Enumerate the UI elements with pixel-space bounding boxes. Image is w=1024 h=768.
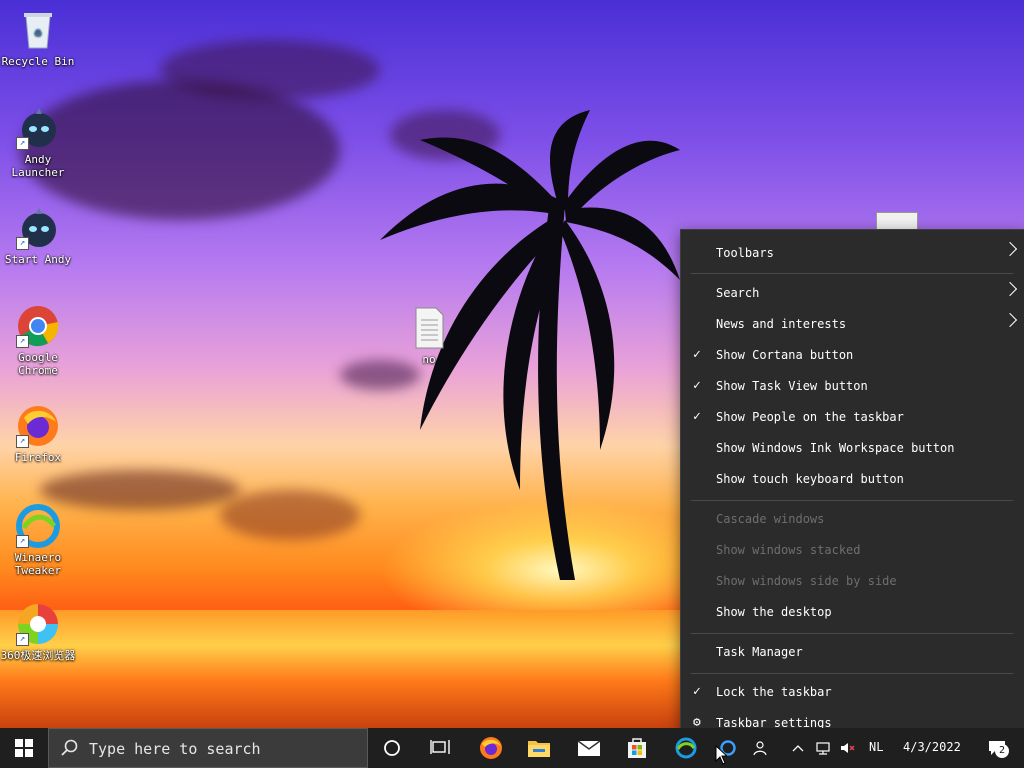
start-button[interactable] xyxy=(0,728,48,768)
desktop-icon-label: Winaero Tweaker xyxy=(14,551,62,577)
taskbar-people-button[interactable] xyxy=(746,728,774,768)
menu-item-show-windows-side-by-side: Show windows side by side xyxy=(716,574,897,588)
taskbar-mail[interactable] xyxy=(568,728,610,768)
chevron-up-icon xyxy=(792,745,804,752)
taskbar-context-menu: Toolbars Search News and interests ✓ Sho… xyxy=(680,229,1024,747)
menu-item-show-touch-keyboard[interactable]: Show touch keyboard button xyxy=(681,464,1024,495)
menu-item-toolbars[interactable]: Toolbars xyxy=(681,238,1024,269)
desktop-icon-label: no xyxy=(422,353,436,366)
check-icon: ✓ xyxy=(693,378,701,393)
desktop-icon-360-browser[interactable]: ↗ 360极速浏览器 xyxy=(0,602,76,662)
menu-item-show-windows-ink-workspace[interactable]: Show Windows Ink Workspace button xyxy=(681,433,1024,464)
shortcut-arrow-icon: ↗ xyxy=(16,633,29,646)
show-hidden-icons-button[interactable] xyxy=(786,728,810,768)
firefox-icon xyxy=(480,737,502,759)
network-icon xyxy=(816,742,830,755)
taskbar-store[interactable] xyxy=(616,728,658,768)
store-icon xyxy=(628,738,646,758)
wallpaper-cloud xyxy=(220,490,360,540)
search-placeholder: Type here to search xyxy=(89,740,261,758)
volume-button[interactable] xyxy=(836,728,860,768)
taskbar-file-explorer[interactable] xyxy=(518,728,560,768)
desktop-icon-label: Recycle Bin xyxy=(1,55,75,68)
chevron-right-icon xyxy=(1002,312,1018,328)
desktop-icon-recycle-bin[interactable]: ♻ Recycle Bin xyxy=(0,8,76,68)
check-icon: ✓ xyxy=(693,347,701,362)
desktop-icon-start-andy[interactable]: ↗ Start Andy xyxy=(0,206,76,266)
notification-count-badge: 2 xyxy=(995,744,1009,758)
cortana-button[interactable] xyxy=(372,728,412,768)
taskbar[interactable]: Type here to search NL 4/3/2022 2 xyxy=(0,728,1024,768)
desktop-icon-firefox[interactable]: ↗ Firefox xyxy=(0,404,76,464)
svg-text:♻: ♻ xyxy=(34,25,41,39)
desktop-icon-label: 360极速浏览器 xyxy=(0,649,76,662)
mouse-cursor xyxy=(715,745,727,765)
desktop-icon-label: Start Andy xyxy=(4,253,72,266)
menu-item-show-cortana-button[interactable]: ✓ Show Cortana button xyxy=(681,340,1024,371)
chevron-right-icon xyxy=(1002,281,1018,297)
menu-item-task-manager[interactable]: Task Manager xyxy=(681,637,1024,668)
shortcut-arrow-icon: ↗ xyxy=(16,237,29,250)
menu-separator xyxy=(691,500,1013,501)
action-center-button[interactable]: 2 xyxy=(980,728,1014,768)
taskbar-date[interactable]: 4/3/2022 xyxy=(903,740,961,754)
chrome-icon: ↗ xyxy=(16,304,60,348)
winaero-tweaker-icon xyxy=(675,737,697,759)
andy-robot-icon: ↗ xyxy=(16,206,60,250)
desktop-icon-andy-launcher[interactable]: ↗ Andy Launcher xyxy=(0,106,76,179)
andy-robot-icon: ↗ xyxy=(16,106,60,150)
chevron-right-icon xyxy=(1002,241,1018,257)
taskbar-search-box[interactable]: Type here to search xyxy=(48,728,368,768)
task-view-icon xyxy=(430,740,450,754)
menu-separator xyxy=(691,273,1013,274)
desktop-icon-google-chrome[interactable]: ↗ Google Chrome xyxy=(0,304,76,377)
menu-item-show-task-view-button[interactable]: ✓ Show Task View button xyxy=(681,371,1024,402)
folder-icon xyxy=(528,741,550,757)
mail-icon xyxy=(577,740,601,756)
text-file-icon xyxy=(407,306,451,350)
desktop-icon-label: Andy Launcher xyxy=(11,153,65,179)
menu-item-lock-the-taskbar[interactable]: ✓ Lock the taskbar xyxy=(681,677,1024,708)
menu-item-show-people-on-taskbar[interactable]: ✓ Show People on the taskbar xyxy=(681,402,1024,433)
menu-item-cascade-windows: Cascade windows xyxy=(716,512,825,526)
360-browser-icon: ↗ xyxy=(16,602,60,646)
menu-item-search[interactable]: Search xyxy=(681,278,1024,309)
firefox-icon: ↗ xyxy=(16,404,60,448)
shortcut-arrow-icon: ↗ xyxy=(16,535,29,548)
shortcut-arrow-icon: ↗ xyxy=(16,335,29,348)
check-icon: ✓ xyxy=(693,409,701,424)
desktop-icon-label: Firefox xyxy=(14,451,62,464)
recycle-bin-icon: ♻ xyxy=(16,8,60,52)
cortana-circle-icon xyxy=(384,740,400,756)
menu-separator xyxy=(691,633,1013,634)
input-language-indicator[interactable]: NL xyxy=(869,740,883,754)
desktop-icon-no-file[interactable]: no xyxy=(391,306,467,366)
search-icon xyxy=(61,739,78,756)
network-status-button[interactable] xyxy=(810,728,836,768)
taskbar-firefox[interactable] xyxy=(470,728,512,768)
volume-muted-icon xyxy=(841,743,855,753)
check-icon: ✓ xyxy=(693,684,701,699)
people-icon xyxy=(753,741,767,756)
shortcut-arrow-icon: ↗ xyxy=(16,137,29,150)
menu-item-show-windows-stacked: Show windows stacked xyxy=(716,543,861,557)
windows-logo-icon xyxy=(15,739,33,757)
desktop-icon-label: Google Chrome xyxy=(18,351,58,377)
taskbar-winaero-tweaker[interactable] xyxy=(666,728,706,768)
menu-item-show-the-desktop[interactable]: Show the desktop xyxy=(681,597,1024,628)
menu-separator xyxy=(691,673,1013,674)
winaero-tweaker-icon: ↗ xyxy=(16,504,60,548)
task-view-button[interactable] xyxy=(420,728,460,768)
menu-item-news-and-interests[interactable]: News and interests xyxy=(681,309,1024,340)
desktop-icon-winaero-tweaker[interactable]: ↗ Winaero Tweaker xyxy=(0,504,76,577)
shortcut-arrow-icon: ↗ xyxy=(16,435,29,448)
